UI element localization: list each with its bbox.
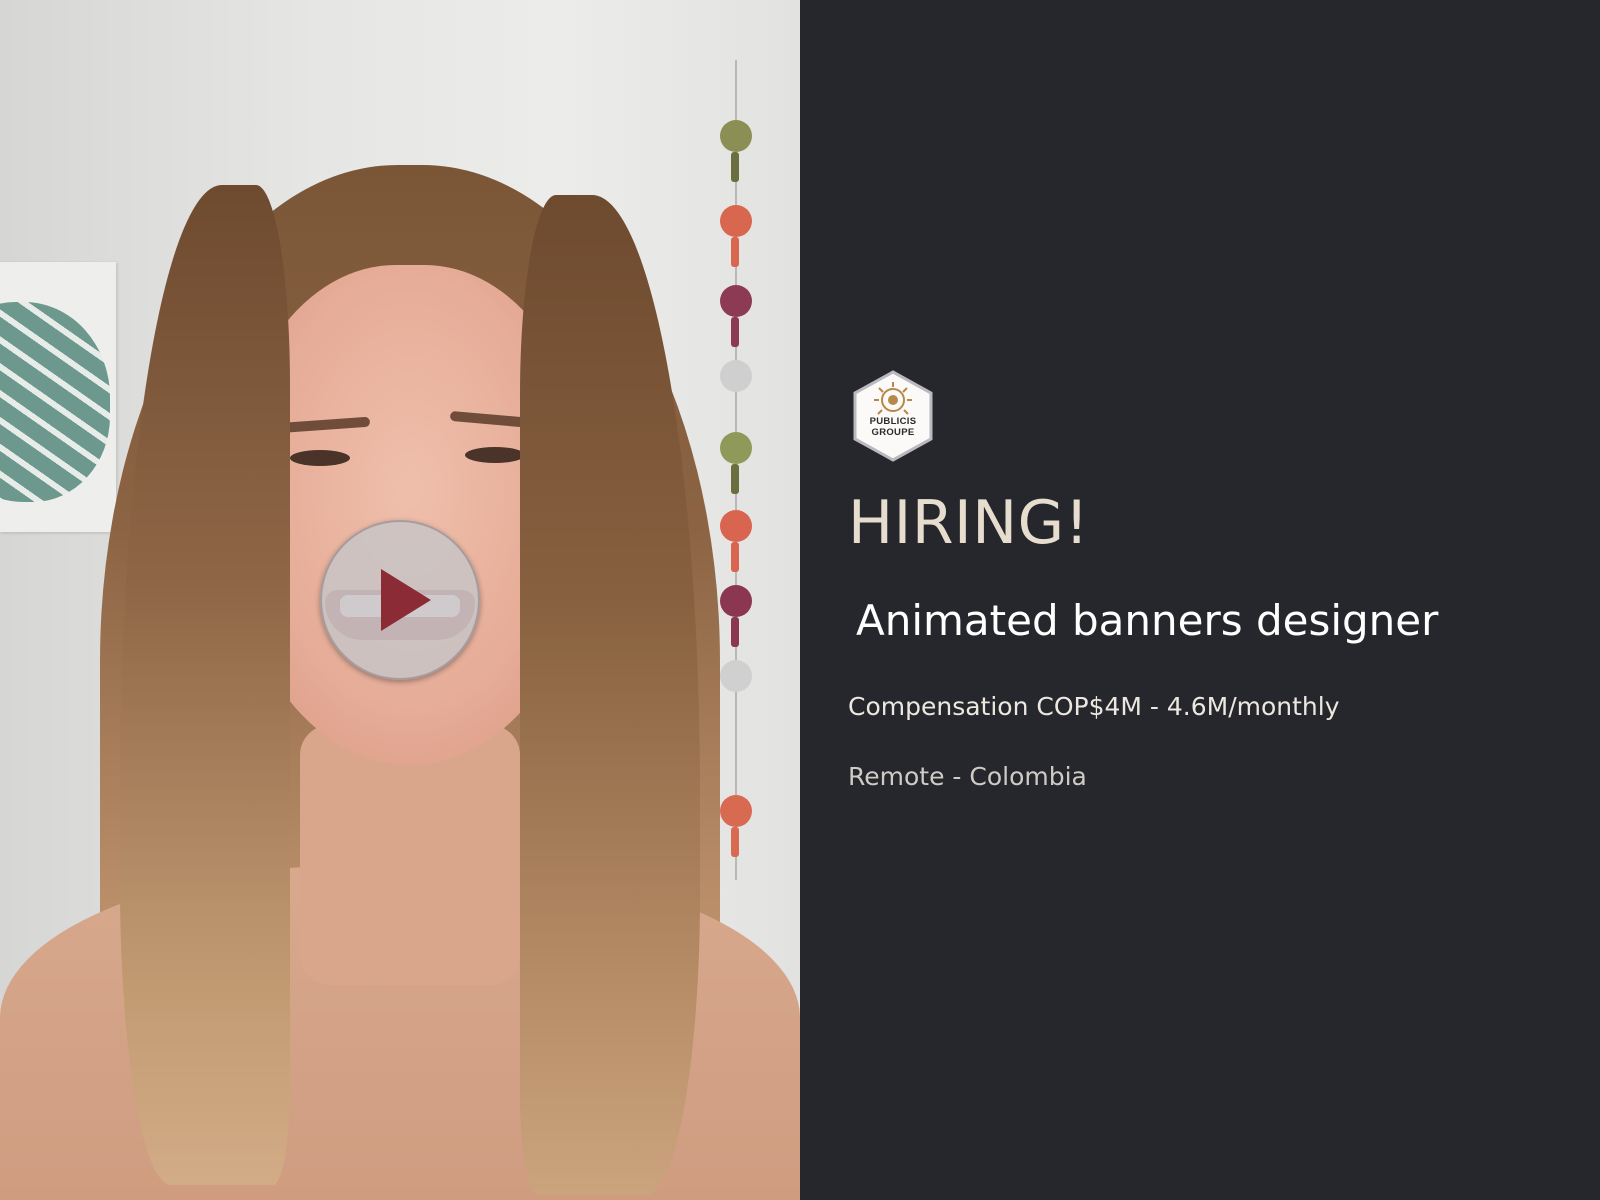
compensation-text: Compensation COP$4M - 4.6M/monthly bbox=[848, 692, 1340, 721]
job-title: Animated banners designer bbox=[856, 596, 1439, 645]
logo-text-line2: GROUPE bbox=[871, 427, 915, 438]
logo-text-line1: PUBLICIS bbox=[869, 416, 917, 427]
job-details-panel: PUBLICIS GROUPE HIRING! Animated banners… bbox=[800, 0, 1600, 1200]
job-post-card: PUBLICIS GROUPE HIRING! Animated banners… bbox=[0, 0, 1600, 1200]
presenter-video-frame bbox=[0, 165, 800, 1200]
location-text: Remote - Colombia bbox=[848, 762, 1087, 791]
video-player[interactable] bbox=[0, 0, 800, 1200]
hiring-headline: HIRING! bbox=[848, 488, 1090, 558]
publicis-groupe-logo: PUBLICIS GROUPE bbox=[852, 370, 934, 462]
play-button[interactable] bbox=[320, 520, 480, 680]
play-icon bbox=[381, 569, 431, 631]
